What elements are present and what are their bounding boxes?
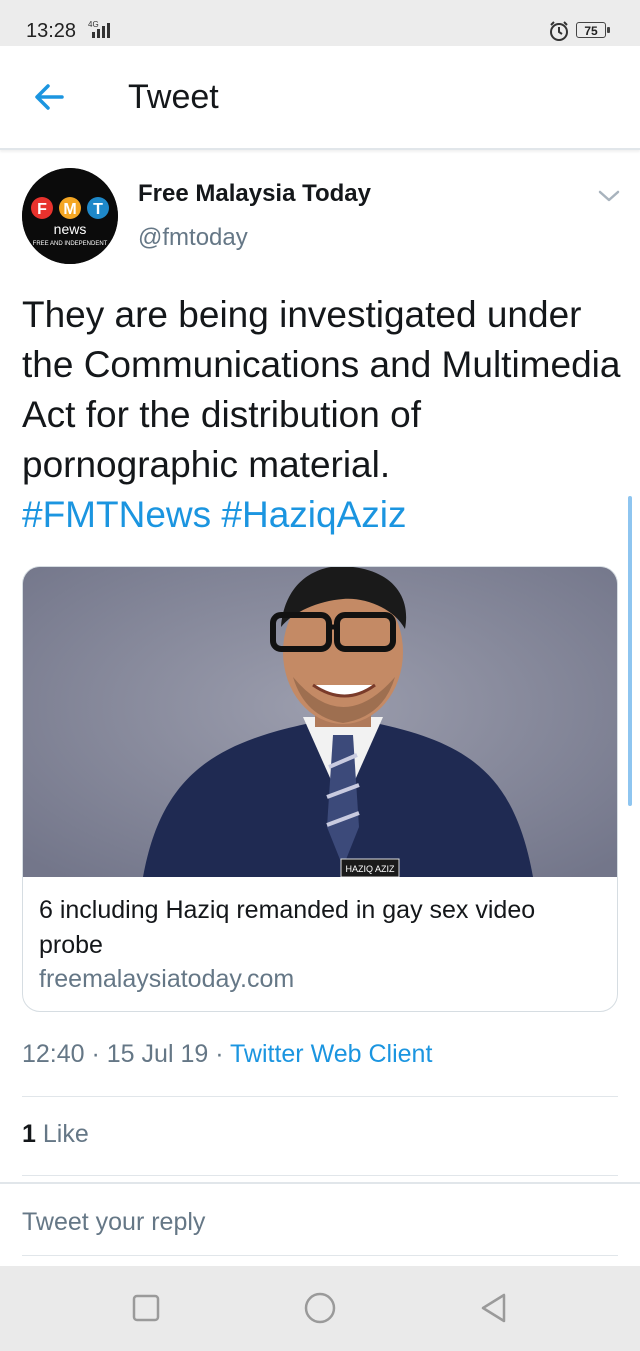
fmt-logo: F M T news FREE AND INDEPENDENT: [22, 168, 118, 264]
like-label: Like: [42, 1120, 89, 1148]
divider: [22, 1096, 618, 1097]
page-title: Tweet: [128, 78, 219, 116]
tweet-text: They are being investigated under the Co…: [22, 290, 622, 540]
signal-icon: 4G: [88, 20, 110, 38]
reply-separator: [0, 1182, 640, 1184]
alarm-icon: [550, 21, 568, 41]
author-name[interactable]: Free Malaysia Today: [138, 180, 371, 208]
link-card[interactable]: HAZIQ AZIZ 6 including Haziq remanded in…: [22, 566, 618, 1012]
svg-text:T: T: [93, 201, 103, 218]
card-domain: freemalaysiatoday.com: [39, 965, 295, 993]
system-nav-bar: [0, 1266, 640, 1351]
svg-text:M: M: [63, 201, 76, 218]
square-recents-icon[interactable]: [128, 1290, 164, 1326]
arrow-left-icon[interactable]: [30, 80, 70, 114]
hashtag-haziqaziz[interactable]: #HaziqAziz: [221, 494, 406, 535]
battery-indicator: 75: [576, 22, 610, 38]
circle-home-icon[interactable]: [302, 1290, 338, 1326]
card-image: HAZIQ AZIZ: [23, 567, 617, 877]
network-type: 4G: [88, 20, 99, 29]
svg-text:FREE AND INDEPENDENT: FREE AND INDEPENDENT: [33, 241, 108, 247]
name-badge: HAZIQ AZIZ: [345, 864, 395, 874]
svg-text:news: news: [54, 221, 87, 237]
tweet-time: 12:40: [22, 1040, 85, 1068]
divider: [22, 1175, 618, 1176]
chevron-down-icon[interactable]: [596, 186, 622, 206]
reply-underline: [22, 1255, 618, 1256]
triangle-back-icon[interactable]: [476, 1290, 512, 1326]
tweet-date: 15 Jul 19: [106, 1040, 209, 1068]
status-bar: 13:28 4G 75: [0, 0, 640, 46]
reply-input[interactable]: Tweet your reply: [22, 1208, 205, 1237]
author-handle[interactable]: @fmtoday: [138, 224, 248, 252]
scrollbar[interactable]: [628, 496, 632, 806]
tweet-body: They are being investigated under the Co…: [22, 294, 621, 485]
tweet-client-link[interactable]: Twitter Web Client: [230, 1040, 432, 1068]
status-time: 13:28: [26, 20, 77, 42]
svg-text:F: F: [37, 201, 47, 218]
avatar[interactable]: F M T news FREE AND INDEPENDENT: [22, 168, 118, 264]
like-count: 1: [22, 1120, 36, 1148]
hashtag-fmtnews[interactable]: #FMTNews: [22, 494, 211, 535]
top-app-bar: Tweet: [0, 46, 640, 150]
card-title[interactable]: 6 including Haziq remanded in gay sex vi…: [39, 893, 599, 963]
likes-count[interactable]: 1 Like: [22, 1120, 89, 1149]
tweet-timestamp: 12:40 · 15 Jul 19 · Twitter Web Client: [22, 1040, 433, 1068]
